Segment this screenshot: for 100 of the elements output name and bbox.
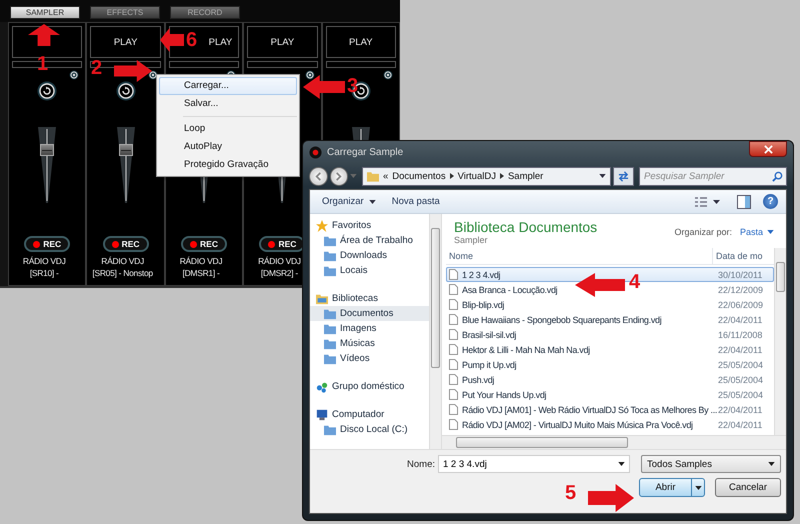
- nav-item[interactable]: Imagens: [310, 321, 429, 336]
- file-row[interactable]: Pump it Up.vdj 25/05/2004: [446, 357, 774, 372]
- file-date: 16/11/2008: [717, 330, 764, 340]
- file-date: 22/04/2011: [717, 314, 764, 324]
- loop-icon[interactable]: [37, 81, 58, 101]
- file-row[interactable]: Put Your Hands Up.vdj 25/05/2004: [446, 387, 774, 402]
- new-folder-button[interactable]: Nova pasta: [388, 194, 444, 209]
- nav-item[interactable]: Músicas: [310, 336, 429, 351]
- breadcrumb-item[interactable]: VirtualDJ: [458, 170, 496, 182]
- play-button[interactable]: PLAY: [326, 26, 396, 58]
- close-icon: [764, 144, 772, 154]
- record-button[interactable]: REC: [102, 236, 149, 252]
- scrollbar[interactable]: [442, 435, 786, 449]
- settings-icon[interactable]: [304, 70, 315, 80]
- forward-button[interactable]: [330, 166, 348, 186]
- folder-icon: [324, 338, 336, 350]
- nav-item[interactable]: Vídeos: [310, 351, 429, 366]
- chevron-icon[interactable]: [500, 173, 504, 179]
- folder-icon: [324, 234, 336, 246]
- chevron-icon[interactable]: [450, 173, 454, 179]
- file-icon: [449, 344, 458, 355]
- folder-icon: [316, 292, 328, 304]
- caret-icon: [767, 230, 774, 234]
- network-icon: [316, 380, 328, 392]
- loop-icon[interactable]: [116, 81, 136, 101]
- waveform-strip: [168, 61, 240, 68]
- arrow-icon: [160, 28, 184, 52]
- address-bar[interactable]: « Documentos VirtualDJ Sampler: [362, 166, 611, 186]
- play-button[interactable]: PLAY: [90, 26, 161, 58]
- file-name: Put Your Hands Up.vdj: [462, 390, 546, 400]
- file-date: 25/05/2004: [717, 360, 764, 370]
- nav-item[interactable]: Bibliotecas: [310, 291, 429, 306]
- file-row[interactable]: Brasil-sil-sil.vdj 16/11/2008: [446, 327, 774, 342]
- file-row[interactable]: Push.vdj 25/05/2004: [446, 372, 774, 387]
- breadcrumb-item[interactable]: Sampler: [508, 170, 544, 182]
- window-title: Carregar Sample: [327, 146, 404, 158]
- file-type-dropdown[interactable]: Todos Samples: [641, 455, 781, 473]
- menu-item[interactable]: Carregar...: [159, 77, 297, 95]
- menu-item[interactable]: Protegido Gravação: [159, 156, 297, 174]
- file-row[interactable]: Hektor & Lilli - Mah Na Mah Na.vdj 22/04/2011: [446, 342, 774, 357]
- search-field[interactable]: Pesquisar Sampler: [639, 166, 788, 186]
- file-date: 22/04/2011: [717, 404, 764, 414]
- nav-item[interactable]: Downloads: [310, 248, 429, 263]
- nav-item[interactable]: Documentos: [310, 306, 429, 321]
- step-number: 1: [37, 53, 48, 75]
- chevron-left-icon: [314, 172, 323, 180]
- scrollbar[interactable]: [429, 214, 441, 449]
- file-name-field[interactable]: 1 2 3 4.vdj: [438, 455, 630, 473]
- search-icon[interactable]: [772, 170, 784, 182]
- folder-icon: [324, 424, 336, 436]
- file-date: 22/04/2011: [717, 420, 764, 430]
- cancel-button[interactable]: Cancelar: [715, 478, 781, 497]
- file-date: 22/04/2011: [717, 344, 764, 354]
- chevron-right-icon: [334, 172, 344, 180]
- help-button[interactable]: ?: [763, 194, 778, 209]
- arrange-dropdown[interactable]: Pasta: [740, 227, 774, 237]
- nav-item[interactable]: Locais: [310, 263, 429, 278]
- nav-item[interactable]: Área de Trabalho: [310, 233, 429, 248]
- arrow-icon: [303, 75, 345, 99]
- file-row[interactable]: Rádio VDJ [AM02] - VirtualDJ Muito Mais Música Pra Você.vdj 22/04/2011: [446, 417, 774, 432]
- refresh-button[interactable]: [612, 166, 634, 186]
- caret-icon: [694, 486, 702, 490]
- name-label: Nome:: [406, 458, 436, 470]
- menu-item[interactable]: AutoPlay: [159, 138, 297, 156]
- settings-icon[interactable]: [383, 70, 394, 80]
- folder-icon: [324, 308, 336, 320]
- play-button[interactable]: PLAY: [247, 26, 318, 58]
- library-title: Biblioteca Documentos: [454, 219, 598, 235]
- nav-item[interactable]: Computador: [310, 407, 429, 422]
- file-row[interactable]: Blip-blip.vdj 22/06/2009: [446, 297, 774, 312]
- file-name: Push.vdj: [462, 374, 494, 384]
- back-button[interactable]: [309, 166, 328, 186]
- menu-item[interactable]: Loop: [159, 120, 297, 138]
- open-button[interactable]: Abrir: [639, 478, 705, 497]
- file-row[interactable]: Rádio VDJ [AM01] - Web Rádio VirtualDJ Só Toca as Melhores By ...22/04/2011: [446, 402, 774, 417]
- nav-item[interactable]: Favoritos: [310, 218, 429, 233]
- settings-icon[interactable]: [69, 70, 80, 80]
- caret-icon[interactable]: [598, 174, 606, 178]
- file-row[interactable]: Blue Hawaiians - Spongebob Squarepants Ending.vdj 22/04/2011: [446, 312, 774, 327]
- star-icon: [316, 220, 328, 232]
- nav-item[interactable]: Grupo doméstico: [310, 379, 429, 394]
- nav-item[interactable]: Disco Local (C:): [310, 422, 429, 437]
- tab[interactable]: SAMPLER: [10, 6, 80, 19]
- arrange-label: Organizar por:: [674, 227, 732, 237]
- record-button[interactable]: REC: [181, 236, 228, 252]
- sample-name: [DMSR1] -: [182, 267, 220, 279]
- column-header[interactable]: Nome: [446, 248, 712, 264]
- breadcrumb-item[interactable]: Documentos: [392, 170, 446, 182]
- organize-button[interactable]: Organizar: [318, 194, 380, 209]
- sample-name: RÁDIO VDJ: [178, 255, 224, 267]
- file-date: 25/05/2004: [717, 390, 764, 400]
- caret-icon[interactable]: [618, 462, 625, 466]
- menu-item[interactable]: Salvar...: [159, 95, 297, 113]
- file-name: Rádio VDJ [AM01] - Web Rádio VirtualDJ Só Toca as Melhores By ...: [462, 404, 718, 414]
- scrollbar[interactable]: [774, 248, 786, 435]
- close-button[interactable]: [749, 141, 787, 157]
- sample-name: RÁDIO VDJ: [100, 255, 145, 267]
- file-name: Brasil-sil-sil.vdj: [462, 330, 516, 340]
- record-button[interactable]: REC: [24, 236, 70, 252]
- step-number: 5: [565, 482, 576, 504]
